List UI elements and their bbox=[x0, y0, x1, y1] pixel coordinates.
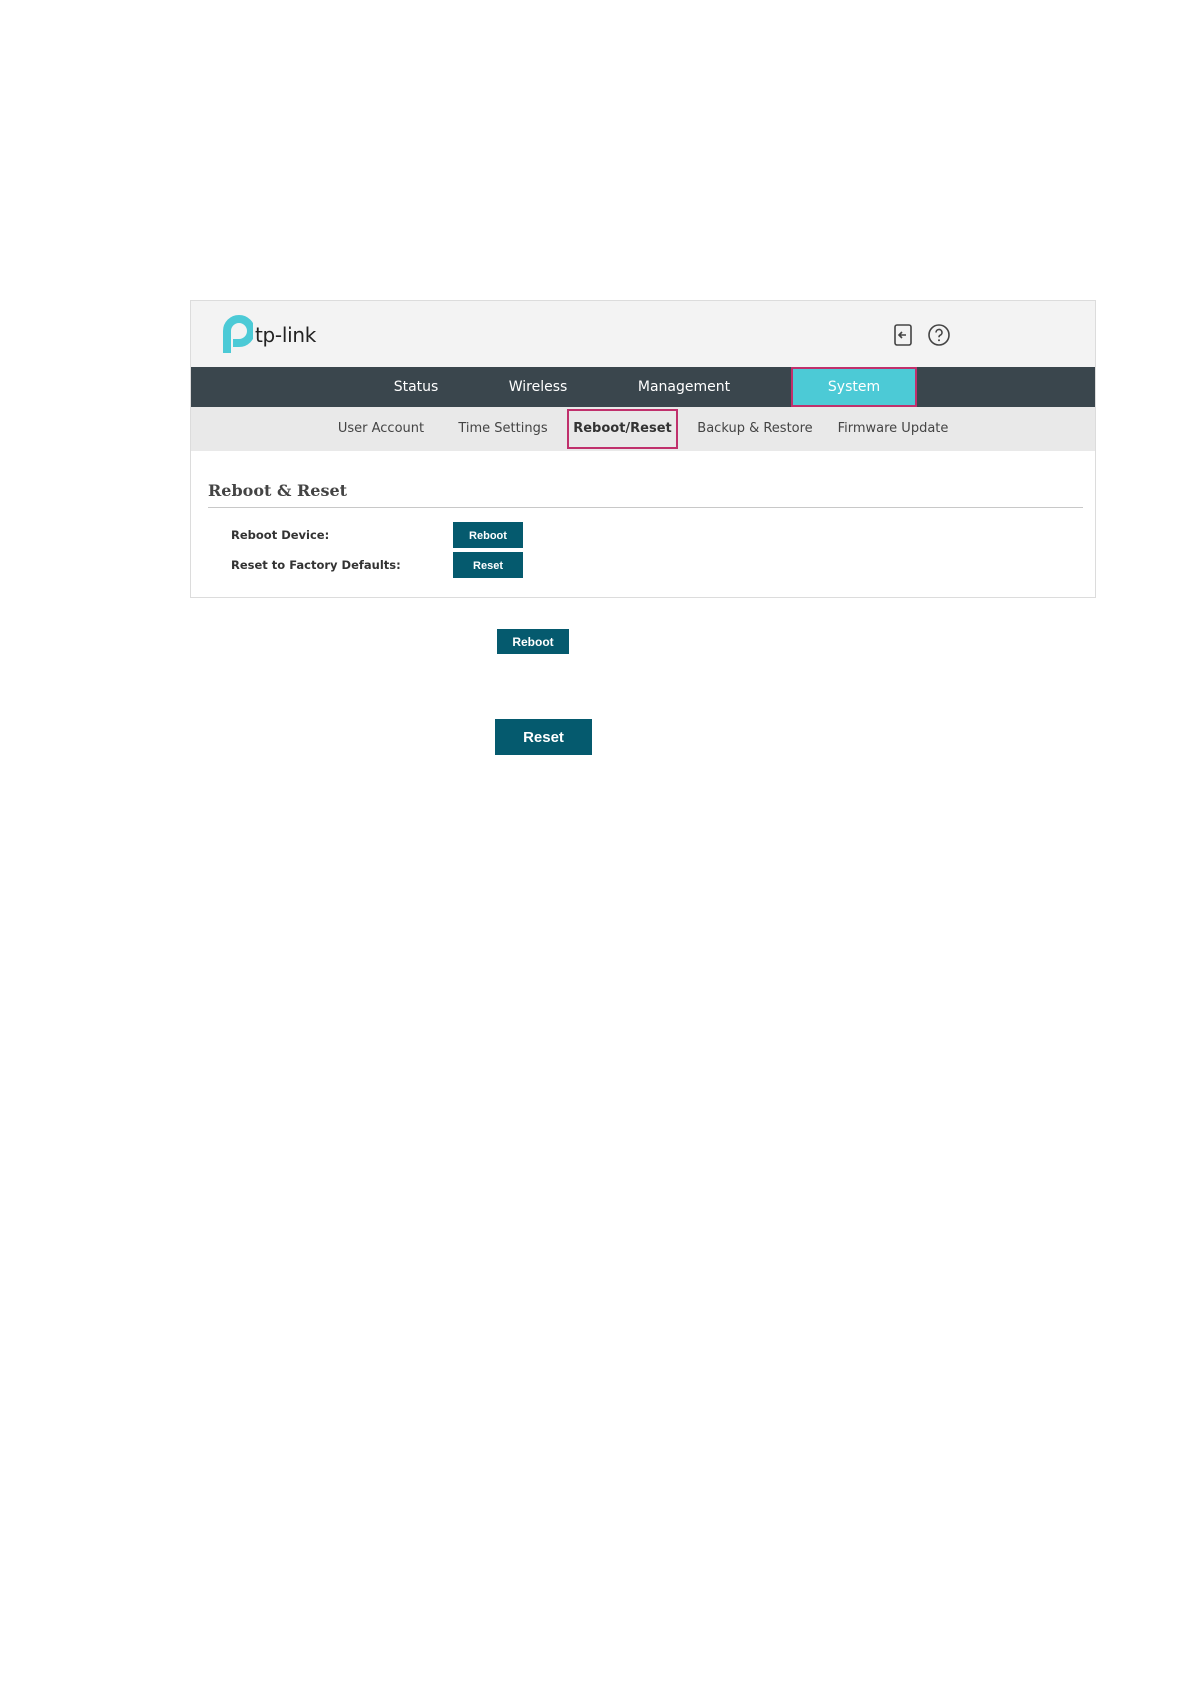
admin-screenshot-frame: tp-link Status Wireless Management Syste… bbox=[190, 300, 1096, 598]
tab-system[interactable]: System bbox=[791, 367, 917, 407]
tab-management[interactable]: Management bbox=[622, 367, 746, 407]
logout-icon[interactable] bbox=[891, 323, 915, 347]
subtab-backup-restore[interactable]: Backup & Restore bbox=[693, 407, 817, 451]
subtab-firmware-update[interactable]: Firmware Update bbox=[831, 407, 955, 451]
subtab-time-settings[interactable]: Time Settings bbox=[451, 407, 555, 451]
sub-nav: User Account Time Settings Reboot/Reset … bbox=[191, 407, 1095, 451]
brand-name: tp-link bbox=[255, 323, 317, 347]
tp-link-logo-icon bbox=[223, 315, 253, 353]
tab-status[interactable]: Status bbox=[374, 367, 458, 407]
section-title: Reboot & Reset bbox=[208, 481, 348, 500]
section-divider bbox=[208, 507, 1083, 508]
subtab-reboot-reset[interactable]: Reboot/Reset bbox=[567, 409, 678, 449]
doc-reset-button[interactable]: Reset bbox=[495, 719, 592, 755]
reboot-button[interactable]: Reboot bbox=[453, 522, 523, 548]
top-nav: Status Wireless Management System bbox=[191, 367, 1095, 407]
reset-factory-label: Reset to Factory Defaults: bbox=[231, 558, 401, 572]
header-bar: tp-link bbox=[191, 301, 1095, 367]
doc-reboot-button[interactable]: Reboot bbox=[497, 629, 569, 654]
tab-wireless[interactable]: Wireless bbox=[496, 367, 580, 407]
subtab-user-account[interactable]: User Account bbox=[327, 407, 435, 451]
tp-link-logo: tp-link bbox=[213, 315, 316, 355]
help-icon[interactable] bbox=[927, 323, 951, 347]
reset-button[interactable]: Reset bbox=[453, 552, 523, 578]
reboot-device-label: Reboot Device: bbox=[231, 528, 330, 542]
